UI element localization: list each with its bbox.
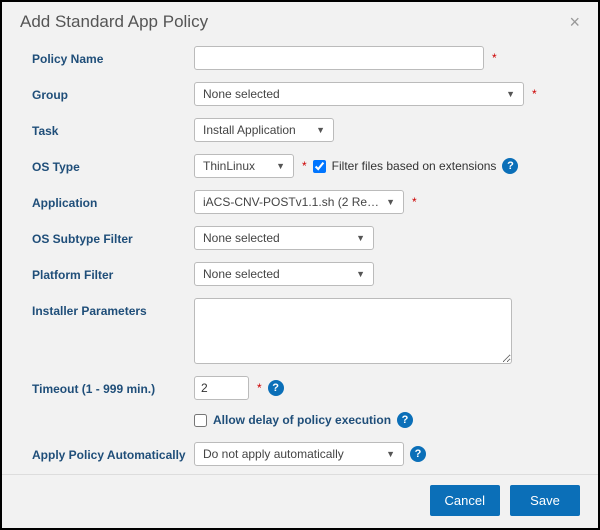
row-platform-filter: Platform Filter None selected ▼ <box>32 262 580 286</box>
label-group: Group <box>32 82 194 102</box>
help-icon[interactable]: ? <box>502 158 518 174</box>
row-group: Group None selected ▼ * <box>32 82 580 106</box>
application-select[interactable]: iACS-CNV-POSTv1.1.sh (2 Reposi ▼ <box>194 190 404 214</box>
required-marker: * <box>412 195 417 209</box>
help-icon[interactable]: ? <box>410 446 426 462</box>
label-os-subtype-filter: OS Subtype Filter <box>32 226 194 246</box>
policy-name-input[interactable] <box>194 46 484 70</box>
close-icon[interactable]: × <box>569 13 580 31</box>
os-subtype-filter-select[interactable]: None selected ▼ <box>194 226 374 250</box>
filter-extensions-checkbox[interactable] <box>313 160 326 173</box>
row-application: Application iACS-CNV-POSTv1.1.sh (2 Repo… <box>32 190 580 214</box>
label-task: Task <box>32 118 194 138</box>
timeout-input[interactable] <box>194 376 249 400</box>
row-installer-parameters: Installer Parameters <box>32 298 580 364</box>
row-policy-name: Policy Name * <box>32 46 580 70</box>
label-application: Application <box>32 190 194 210</box>
dialog-body: Policy Name * Group None selected ▼ * Ta… <box>2 36 598 474</box>
chevron-down-icon: ▼ <box>386 449 395 459</box>
group-select[interactable]: None selected ▼ <box>194 82 524 106</box>
allow-delay-label: Allow delay of policy execution <box>213 413 391 427</box>
label-apply-auto: Apply Policy Automatically <box>32 442 194 462</box>
group-select-value: None selected <box>203 87 280 101</box>
chevron-down-icon: ▼ <box>316 125 325 135</box>
apply-auto-select[interactable]: Do not apply automatically ▼ <box>194 442 404 466</box>
save-button[interactable]: Save <box>510 485 580 516</box>
os-subtype-filter-value: None selected <box>203 231 280 245</box>
label-timeout: Timeout (1 - 999 min.) <box>32 376 194 396</box>
row-allow-delay: Allow delay of policy execution ? <box>194 412 580 428</box>
platform-filter-value: None selected <box>203 267 280 281</box>
chevron-down-icon: ▼ <box>356 269 365 279</box>
row-apply-auto: Apply Policy Automatically Do not apply … <box>32 442 580 466</box>
dialog-footer: Cancel Save <box>2 474 598 528</box>
platform-filter-select[interactable]: None selected ▼ <box>194 262 374 286</box>
cancel-button[interactable]: Cancel <box>430 485 500 516</box>
required-marker: * <box>532 87 537 101</box>
required-marker: * <box>302 159 307 173</box>
dialog-header: Add Standard App Policy × <box>2 2 598 36</box>
apply-auto-value: Do not apply automatically <box>203 447 344 461</box>
dialog-title: Add Standard App Policy <box>20 12 208 32</box>
task-select-value: Install Application <box>203 123 296 137</box>
application-select-value: iACS-CNV-POSTv1.1.sh (2 Reposi <box>203 195 380 209</box>
chevron-down-icon: ▼ <box>506 89 515 99</box>
row-timeout: Timeout (1 - 999 min.) * ? <box>32 376 580 400</box>
row-task: Task Install Application ▼ <box>32 118 580 142</box>
chevron-down-icon: ▼ <box>386 197 395 207</box>
label-installer-parameters: Installer Parameters <box>32 298 194 318</box>
os-type-select[interactable]: ThinLinux ▼ <box>194 154 294 178</box>
add-standard-app-policy-dialog: Add Standard App Policy × Policy Name * … <box>2 2 598 528</box>
label-policy-name: Policy Name <box>32 46 194 66</box>
help-icon[interactable]: ? <box>268 380 284 396</box>
filter-extensions-label: Filter files based on extensions <box>332 159 497 173</box>
help-icon[interactable]: ? <box>397 412 413 428</box>
row-os-subtype-filter: OS Subtype Filter None selected ▼ <box>32 226 580 250</box>
required-marker: * <box>492 51 497 65</box>
os-type-select-value: ThinLinux <box>203 159 255 173</box>
row-os-type: OS Type ThinLinux ▼ * Filter files based… <box>32 154 580 178</box>
chevron-down-icon: ▼ <box>276 161 285 171</box>
label-os-type: OS Type <box>32 154 194 174</box>
task-select[interactable]: Install Application ▼ <box>194 118 334 142</box>
installer-parameters-textarea[interactable] <box>194 298 512 364</box>
required-marker: * <box>257 381 262 395</box>
chevron-down-icon: ▼ <box>356 233 365 243</box>
label-platform-filter: Platform Filter <box>32 262 194 282</box>
allow-delay-checkbox[interactable] <box>194 414 207 427</box>
